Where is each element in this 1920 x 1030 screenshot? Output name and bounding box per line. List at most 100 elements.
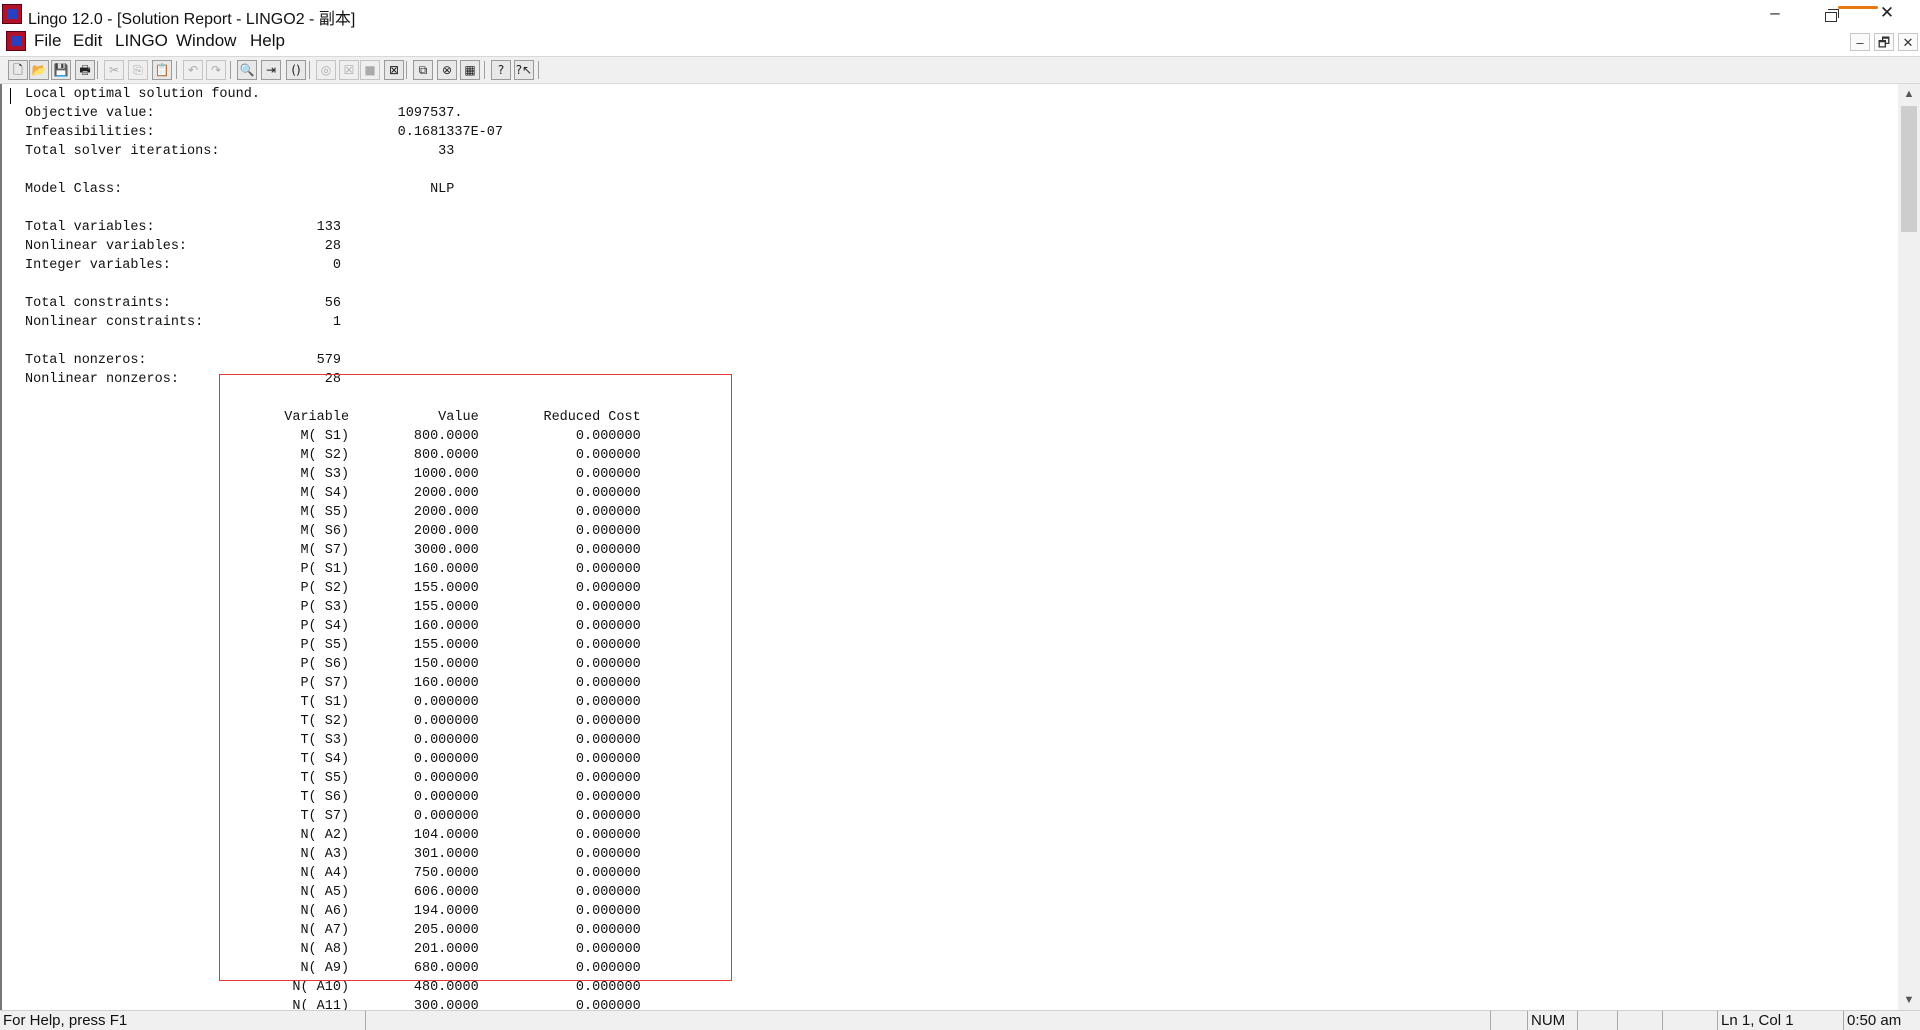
- menu-file[interactable]: File: [34, 31, 61, 51]
- report-line: M( S3) 1000.000 0.000000: [25, 467, 641, 482]
- restore-button[interactable]: [1808, 0, 1854, 28]
- mdi-restore-button[interactable]: 🗗: [1874, 33, 1894, 51]
- report-line: Total solver iterations: 33: [25, 144, 455, 159]
- status-pane-ovr: [1617, 1011, 1662, 1030]
- report-line: Nonlinear nonzeros: 28: [25, 372, 341, 387]
- toolbar-separator: [406, 61, 407, 79]
- report-line: P( S4) 160.0000 0.000000: [25, 619, 641, 634]
- report-line: T( S5) 0.000000 0.000000: [25, 771, 641, 786]
- report-line: M( S1) 800.0000 0.000000: [25, 429, 641, 444]
- report-line: N( A3) 301.0000 0.000000: [25, 847, 641, 862]
- scroll-up-icon[interactable]: ▲: [1898, 84, 1920, 104]
- undo-icon[interactable]: ↶: [183, 60, 203, 80]
- restore-icon: [1825, 9, 1839, 22]
- report-line: N( A2) 104.0000 0.000000: [25, 828, 641, 843]
- report-line: N( A6) 194.0000 0.000000: [25, 904, 641, 919]
- paste-icon[interactable]: 📋: [152, 60, 172, 80]
- open-file-icon[interactable]: 📂: [29, 60, 49, 80]
- status-empty-pane: [365, 1011, 1490, 1030]
- report-line: Model Class: NLP: [25, 182, 455, 197]
- report-line: Integer variables: 0: [25, 258, 341, 273]
- toolbar: 🗋 📂 💾 🖶 ✂ ⎘ 📋 ↶ ↷ 🔍 ⇥() ◎ ☒ ■ ⊠ ⧉ ⊗ ▦? ?↖: [0, 56, 1920, 84]
- report-line: T( S7) 0.000000 0.000000: [25, 809, 641, 824]
- cut-icon[interactable]: ✂: [104, 60, 124, 80]
- close-button[interactable]: ✕: [1864, 0, 1910, 28]
- redo-icon[interactable]: ↷: [206, 60, 226, 80]
- solve-icon[interactable]: ◎: [316, 60, 336, 80]
- report-line: Total variables: 133: [25, 220, 341, 235]
- copy-icon[interactable]: ⎘: [128, 60, 148, 80]
- report-line: Objective value: 1097537.: [25, 106, 463, 121]
- report-line: T( S4) 0.000000 0.000000: [25, 752, 641, 767]
- report-line: P( S2) 155.0000 0.000000: [25, 581, 641, 596]
- report-line: Nonlinear constraints: 1: [25, 315, 341, 330]
- report-line: P( S1) 160.0000 0.000000: [25, 562, 641, 577]
- report-line: N( A7) 205.0000 0.000000: [25, 923, 641, 938]
- status-pane-caps: [1490, 1011, 1527, 1030]
- report-line: T( S2) 0.000000 0.000000: [25, 714, 641, 729]
- toolbar-separator: [230, 61, 231, 79]
- help-topics-icon[interactable]: ?: [491, 60, 511, 80]
- menu-bar: File Edit LINGO Window Help: [0, 28, 1920, 54]
- report-line: P( S6) 150.0000 0.000000: [25, 657, 641, 672]
- find-icon[interactable]: 🔍: [237, 60, 257, 80]
- toolbar-separator: [309, 61, 310, 79]
- toolbar-separator: [484, 61, 485, 79]
- report-line: M( S2) 800.0000 0.000000: [25, 448, 641, 463]
- status-pane-scroll: [1577, 1011, 1617, 1030]
- report-line: M( S6) 2000.000 0.000000: [25, 524, 641, 539]
- report-line: P( S3) 155.0000 0.000000: [25, 600, 641, 615]
- report-line: Nonlinear variables: 28: [25, 239, 341, 254]
- save-icon[interactable]: 💾: [51, 60, 71, 80]
- report-line: Local optimal solution found.: [25, 87, 260, 102]
- menu-help[interactable]: Help: [250, 31, 285, 51]
- tile-icon[interactable]: ▦: [460, 60, 480, 80]
- minimize-button[interactable]: –: [1752, 0, 1798, 28]
- status-bar: For Help, press F1 NUM Ln 1, Col 1 0:50 …: [0, 1010, 1920, 1030]
- report-line: N( A11) 300.0000 0.000000: [25, 999, 641, 1010]
- solution-report[interactable]: Local optimal solution found. Objective v…: [0, 84, 1898, 1010]
- scroll-down-icon[interactable]: ▼: [1898, 990, 1920, 1010]
- window-title: Lingo 12.0 - [Solution Report - LINGO2 -…: [28, 11, 356, 28]
- mdi-close-button[interactable]: ✕: [1898, 33, 1918, 51]
- report-line: T( S3) 0.000000 0.000000: [25, 733, 641, 748]
- match-parenthesis-icon[interactable]: (): [286, 60, 306, 80]
- report-line: N( A9) 680.0000 0.000000: [25, 961, 641, 976]
- mdi-minimize-button[interactable]: –: [1850, 33, 1870, 51]
- report-line: N( A8) 201.0000 0.000000: [25, 942, 641, 957]
- report-line: Variable Value Reduced Cost: [25, 410, 641, 425]
- toolbar-separator: [538, 61, 539, 79]
- report-line: M( S7) 3000.000 0.000000: [25, 543, 641, 558]
- report-line: M( S4) 2000.000 0.000000: [25, 486, 641, 501]
- vertical-scrollbar[interactable]: ▲ ▼: [1898, 84, 1920, 1010]
- lingo-app-icon[interactable]: [2, 4, 22, 24]
- context-help-icon[interactable]: ?↖: [514, 60, 534, 80]
- status-num: NUM: [1527, 1011, 1577, 1030]
- new-file-icon[interactable]: 🗋: [8, 60, 28, 80]
- report-line: Infeasibilities: 0.1681337E-07: [25, 125, 503, 140]
- send-to-back-icon[interactable]: ⧉: [413, 60, 433, 80]
- status-help-text: For Help, press F1: [3, 1012, 128, 1029]
- report-line: P( S5) 155.0000 0.000000: [25, 638, 641, 653]
- toolbar-separator: [97, 61, 98, 79]
- menu-edit[interactable]: Edit: [73, 31, 102, 51]
- close-window-icon[interactable]: ⊗: [437, 60, 457, 80]
- toolbar-separator: [176, 61, 177, 79]
- report-line: N( A4) 750.0000 0.000000: [25, 866, 641, 881]
- print-icon[interactable]: 🖶: [75, 60, 95, 80]
- title-bar: Lingo 12.0 - [Solution Report - LINGO2 -…: [0, 0, 1920, 28]
- scroll-thumb[interactable]: [1901, 106, 1917, 232]
- status-pane-rec: [1662, 1011, 1717, 1030]
- menu-window[interactable]: Window: [176, 31, 236, 51]
- menu-lingo[interactable]: LINGO: [115, 31, 168, 51]
- status-time: 0:50 am: [1843, 1011, 1920, 1030]
- goto-line-icon[interactable]: ⇥: [261, 60, 281, 80]
- document-window-icon[interactable]: [6, 31, 26, 51]
- report-line: M( S5) 2000.000 0.000000: [25, 505, 641, 520]
- close-all-icon[interactable]: ⊠: [384, 60, 404, 80]
- stop-icon[interactable]: ■: [360, 60, 380, 80]
- solution-icon[interactable]: ☒: [339, 60, 359, 80]
- report-line: T( S6) 0.000000 0.000000: [25, 790, 641, 805]
- report-line: T( S1) 0.000000 0.000000: [25, 695, 641, 710]
- report-line: P( S7) 160.0000 0.000000: [25, 676, 641, 691]
